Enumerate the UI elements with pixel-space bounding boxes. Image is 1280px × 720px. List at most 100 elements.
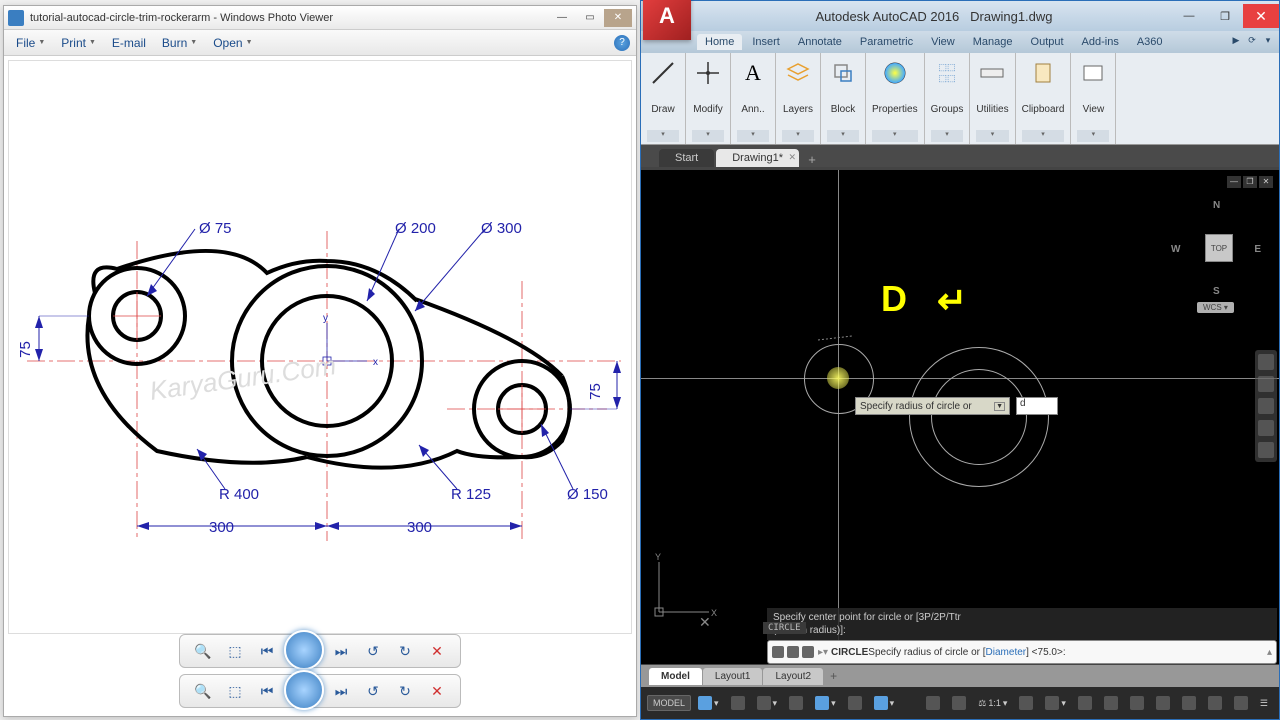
status-iso-icon[interactable] [843, 694, 867, 712]
zoom-slider-icon-2[interactable]: 🔍 [190, 678, 216, 704]
status-isolate-icon[interactable] [1177, 694, 1201, 712]
status-infer-icon[interactable]: ▾ [752, 694, 783, 712]
panel-view[interactable]: View ▾ [1071, 53, 1116, 144]
doctab-add-button[interactable]: + [801, 152, 823, 167]
status-hwacc-icon[interactable] [1203, 694, 1227, 712]
tab-manage[interactable]: Manage [965, 34, 1021, 50]
tab-output[interactable]: Output [1023, 34, 1072, 50]
panel-block[interactable]: Block ▾ [821, 53, 866, 144]
tab-view[interactable]: View [923, 34, 963, 50]
doctab-close-icon[interactable]: ✕ [788, 152, 796, 163]
nav-zoom-icon[interactable] [1258, 398, 1274, 414]
cmd-close-icon[interactable] [772, 646, 784, 658]
viewcube-wcs[interactable]: WCS ▾ [1197, 302, 1234, 313]
view-icon[interactable] [1077, 57, 1109, 89]
delete-icon[interactable]: ✕ [424, 638, 450, 664]
panel-annotation[interactable]: A Ann.. ▾ [731, 53, 776, 144]
acad-restore-button[interactable]: ❐ [1207, 4, 1243, 28]
prev-button-2[interactable]: ⏮ [254, 678, 280, 704]
slideshow-button-2[interactable] [284, 670, 324, 710]
layout-2[interactable]: Layout2 [763, 668, 823, 685]
next-button-2[interactable]: ⏭ [328, 678, 354, 704]
status-model[interactable]: MODEL [647, 695, 691, 711]
acad-titlebar[interactable]: A Autodesk AutoCAD 2016 Drawing1.dwg — ❐… [641, 1, 1279, 31]
groups-icon[interactable]: ⬚⬚⬚⬚ [931, 57, 963, 89]
status-ortho-icon[interactable] [784, 694, 808, 712]
vp-close-icon[interactable]: ✕ [1259, 176, 1273, 188]
status-annomonitor-icon[interactable] [1073, 694, 1097, 712]
panel-properties-expand[interactable]: ▾ [872, 130, 918, 142]
viewcube-n[interactable]: N [1213, 200, 1220, 211]
tab-collapse-icon[interactable]: ▾ [1261, 35, 1275, 49]
maximize-button[interactable]: ▭ [576, 9, 604, 27]
viewcube[interactable]: N W E S TOP WCS ▾ [1171, 200, 1261, 310]
cmd-toggle-icon[interactable] [802, 646, 814, 658]
tab-parametric[interactable]: Parametric [852, 34, 921, 50]
status-units-icon[interactable] [1099, 694, 1123, 712]
zoom-slider-icon[interactable]: 🔍 [190, 638, 216, 664]
slideshow-button[interactable] [284, 630, 324, 670]
panel-clipboard-expand[interactable]: ▾ [1022, 130, 1065, 142]
delete-icon-2[interactable]: ✕ [424, 678, 450, 704]
panel-groups-expand[interactable]: ▾ [931, 130, 964, 142]
help-icon[interactable]: ? [614, 35, 630, 51]
layout-model[interactable]: Model [649, 668, 702, 685]
menu-file[interactable]: File▼ [10, 34, 51, 52]
panel-groups[interactable]: ⬚⬚⬚⬚ Groups ▾ [925, 53, 971, 144]
minimize-button[interactable]: — [548, 9, 576, 27]
move-icon[interactable] [692, 57, 724, 89]
tab-focus-icon[interactable]: ▶ [1229, 35, 1243, 49]
block-icon[interactable] [827, 57, 859, 89]
tab-a360[interactable]: A360 [1129, 34, 1171, 50]
properties-icon[interactable] [879, 57, 911, 89]
pv-titlebar[interactable]: tutorial-autocad-circle-trim-rockerarm -… [4, 6, 636, 30]
panel-draw[interactable]: Draw ▾ [641, 53, 686, 144]
paste-icon[interactable] [1027, 57, 1059, 89]
panel-utilities-expand[interactable]: ▾ [976, 130, 1008, 142]
panel-annotation-expand[interactable]: ▾ [737, 130, 769, 142]
status-polar-icon[interactable]: ▾ [810, 694, 841, 712]
status-osnap-icon[interactable]: ▾ [869, 694, 900, 712]
viewcube-w[interactable]: W [1171, 244, 1180, 255]
nav-orbit-icon[interactable] [1258, 420, 1274, 436]
next-button[interactable]: ⏭ [328, 638, 354, 664]
panel-modify-expand[interactable]: ▾ [692, 130, 724, 142]
layout-add-button[interactable]: + [824, 667, 843, 685]
tab-insert[interactable]: Insert [744, 34, 788, 50]
actual-size-icon-2[interactable]: ⬚ [222, 678, 248, 704]
panel-view-expand[interactable]: ▾ [1077, 130, 1109, 142]
acad-close-button[interactable]: ✕ [1243, 4, 1279, 28]
status-snap-icon[interactable] [726, 694, 750, 712]
panel-properties[interactable]: Properties ▾ [866, 53, 925, 144]
tab-cycle-icon[interactable]: ⟳ [1245, 35, 1259, 49]
cmd-recent-icon[interactable] [787, 646, 799, 658]
menu-burn[interactable]: Burn▼ [156, 34, 203, 52]
layers-icon[interactable] [782, 57, 814, 89]
vp-minimize-icon[interactable]: — [1227, 176, 1241, 188]
actual-size-icon[interactable]: ⬚ [222, 638, 248, 664]
prev-button[interactable]: ⏮ [254, 638, 280, 664]
tab-addins[interactable]: Add-ins [1074, 34, 1127, 50]
vp-restore-icon[interactable]: ❐ [1243, 176, 1257, 188]
status-cleanscreen-icon[interactable] [1229, 694, 1253, 712]
status-lineweight-icon[interactable] [921, 694, 945, 712]
nav-pan-icon[interactable] [1258, 376, 1274, 392]
panel-utilities[interactable]: Utilities ▾ [970, 53, 1015, 144]
prompt-toggle-icon[interactable]: ▼ [994, 402, 1005, 411]
doctab-start[interactable]: Start [659, 149, 714, 167]
layout-1[interactable]: Layout1 [703, 668, 763, 685]
measure-icon[interactable] [976, 57, 1008, 89]
dynamic-input[interactable]: d [1016, 397, 1058, 415]
menu-email[interactable]: E-mail [106, 34, 152, 52]
line-icon[interactable] [647, 57, 679, 89]
doctab-drawing1[interactable]: Drawing1*✕ [716, 149, 799, 167]
panel-clipboard[interactable]: Clipboard ▾ [1016, 53, 1072, 144]
status-workspace-icon[interactable]: ▾ [1040, 694, 1071, 712]
nav-fullnav-icon[interactable] [1258, 354, 1274, 370]
close-button[interactable]: ✕ [604, 9, 632, 27]
viewcube-e[interactable]: E [1254, 244, 1261, 255]
rotate-ccw-icon[interactable]: ↺ [360, 638, 386, 664]
status-grid-icon[interactable]: ▾ [693, 694, 724, 712]
viewcube-top[interactable]: TOP [1205, 234, 1233, 262]
panel-layers-expand[interactable]: ▾ [782, 130, 814, 142]
